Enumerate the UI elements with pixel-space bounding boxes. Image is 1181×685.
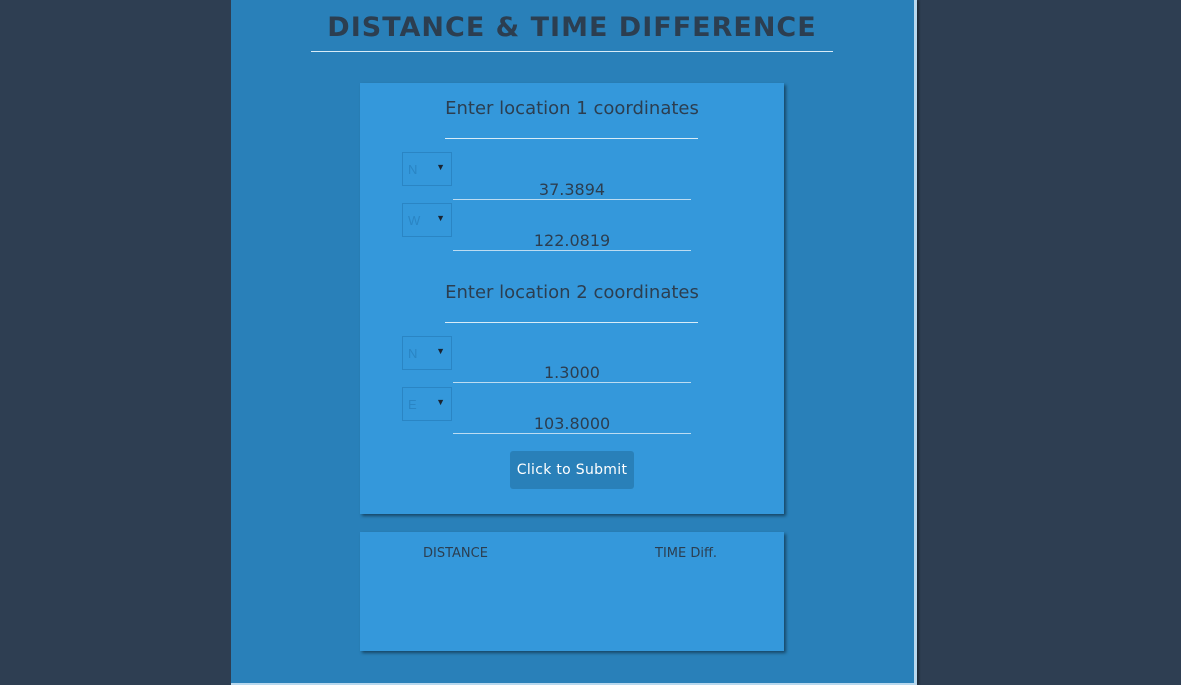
location2-lat-direction-value: N	[408, 346, 418, 361]
chevron-down-icon: ▼	[436, 162, 445, 172]
location1-lon-direction-value: W	[408, 213, 421, 228]
page-title: DISTANCE & TIME DIFFERENCE	[327, 12, 817, 43]
location1-heading: Enter location 1 coordinates	[445, 98, 699, 119]
time-difference-label: TIME Diff.	[655, 546, 718, 561]
location2-heading: Enter location 2 coordinates	[445, 282, 699, 303]
location2-latitude-input[interactable]: 1.3000	[453, 353, 691, 383]
location2-longitude-input[interactable]: 103.8000	[453, 404, 691, 434]
location1-lat-direction-select[interactable]: N ▼	[402, 152, 452, 186]
location2-lon-direction-select[interactable]: E ▼	[402, 387, 452, 421]
location2-divider	[445, 322, 698, 323]
location2-lon-direction-value: E	[408, 397, 417, 412]
submit-button[interactable]: Click to Submit	[510, 451, 634, 489]
location2-lat-direction-select[interactable]: N ▼	[402, 336, 452, 370]
title-divider	[311, 51, 833, 52]
chevron-down-icon: ▼	[436, 397, 445, 407]
chevron-down-icon: ▼	[436, 346, 445, 356]
location1-lat-direction-value: N	[408, 162, 418, 177]
location1-latitude-input[interactable]: 37.3894	[453, 170, 691, 200]
location1-longitude-input[interactable]: 122.0819	[453, 221, 691, 251]
location1-divider	[445, 138, 698, 139]
coordinates-form: Enter location 1 coordinates N ▼ 37.3894…	[360, 83, 784, 514]
main-panel: DISTANCE & TIME DIFFERENCE Enter locatio…	[231, 0, 917, 685]
location1-lon-direction-select[interactable]: W ▼	[402, 203, 452, 237]
results-panel: DISTANCE TIME Diff.	[360, 532, 784, 651]
distance-label: DISTANCE	[423, 546, 488, 561]
chevron-down-icon: ▼	[436, 213, 445, 223]
